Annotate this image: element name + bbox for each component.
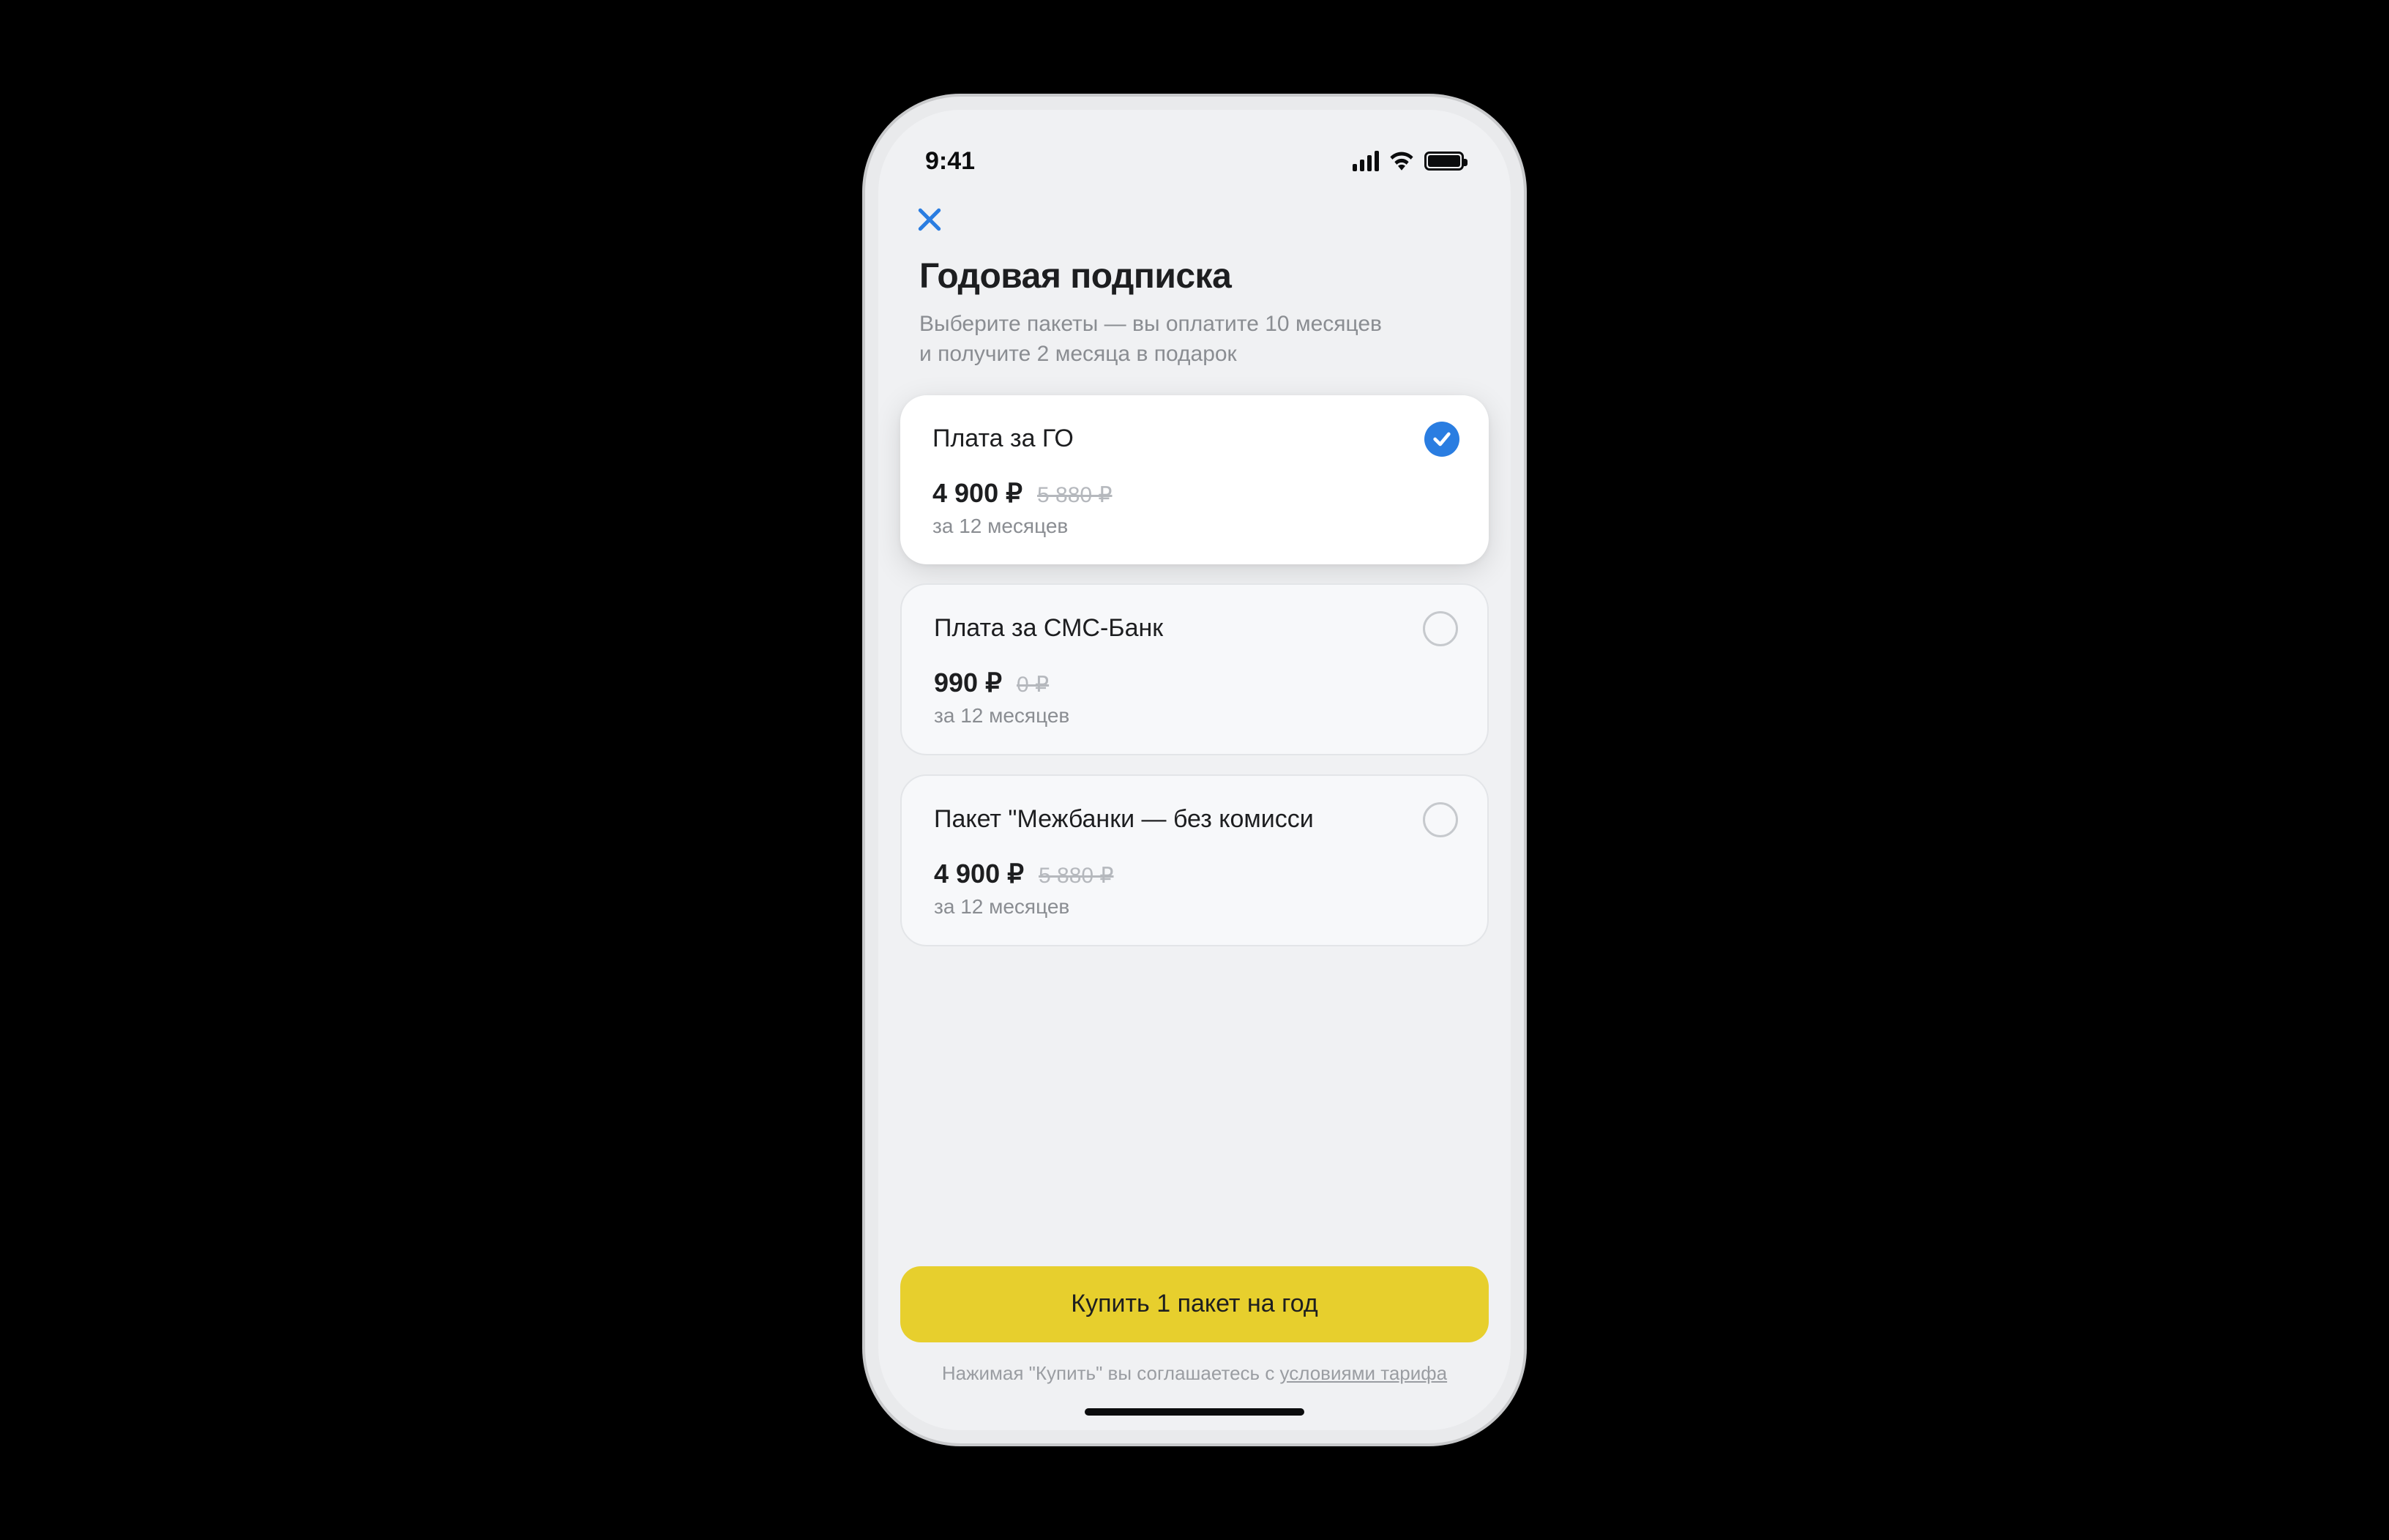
- close-button[interactable]: [908, 198, 952, 242]
- radio-empty-icon: [1423, 611, 1458, 646]
- package-old-price: 0 ₽: [1017, 672, 1049, 698]
- home-indicator[interactable]: [1085, 1408, 1304, 1416]
- buy-button[interactable]: Купить 1 пакет на год: [900, 1266, 1489, 1342]
- agreement-text: Нажимая "Купить" вы соглашаетесь с услов…: [900, 1360, 1489, 1386]
- radio-empty-icon: [1423, 802, 1458, 837]
- package-list: Плата за ГО 4 900 ₽ 5 880 ₽ за 12 месяце…: [878, 395, 1511, 1241]
- checkmark-icon: [1424, 422, 1459, 457]
- side-button: [865, 593, 868, 695]
- package-card[interactable]: Пакет "Межбанки — без комисси 4 900 ₽ 5 …: [900, 774, 1489, 946]
- cellular-icon: [1353, 151, 1379, 171]
- status-indicators: [1353, 151, 1464, 171]
- battery-icon: [1424, 152, 1464, 171]
- page-title: Годовая подписка: [919, 256, 1470, 296]
- side-button: [865, 468, 868, 571]
- price-row: 990 ₽ 0 ₽: [934, 668, 1455, 698]
- page-header: Годовая подписка Выберите пакеты — вы оп…: [878, 242, 1511, 395]
- side-button: [1521, 490, 1524, 651]
- close-icon: [916, 206, 943, 233]
- package-card[interactable]: Плата за СМС-Банк 990 ₽ 0 ₽ за 12 месяце…: [900, 583, 1489, 755]
- page-subtitle: Выберите пакеты — вы оплатите 10 месяцев…: [919, 310, 1388, 369]
- footer: Купить 1 пакет на год Нажимая "Купить" в…: [878, 1241, 1511, 1430]
- package-period: за 12 месяцев: [934, 895, 1455, 919]
- agreement-prefix: Нажимая "Купить" вы соглашаетесь с: [942, 1362, 1280, 1384]
- side-button: [865, 373, 868, 432]
- package-title: Плата за СМС-Банк: [934, 614, 1455, 643]
- status-bar: 9:41: [878, 110, 1511, 190]
- screen: 9:41 Годовая подписка Выберите пакеты — …: [878, 110, 1511, 1430]
- package-price: 4 900 ₽: [934, 859, 1024, 889]
- wifi-icon: [1389, 152, 1414, 171]
- package-title: Плата за ГО: [932, 425, 1457, 453]
- package-title: Пакет "Межбанки — без комисси: [934, 805, 1455, 834]
- navbar: [878, 190, 1511, 242]
- package-price: 4 900 ₽: [932, 478, 1022, 509]
- price-row: 4 900 ₽ 5 880 ₽: [934, 859, 1455, 889]
- status-time: 9:41: [925, 147, 975, 176]
- price-row: 4 900 ₽ 5 880 ₽: [932, 478, 1457, 509]
- package-old-price: 5 880 ₽: [1039, 863, 1114, 889]
- package-period: за 12 месяцев: [932, 515, 1457, 538]
- phone-frame: 9:41 Годовая подписка Выберите пакеты — …: [865, 97, 1524, 1443]
- terms-link[interactable]: условиями тарифа: [1280, 1362, 1448, 1384]
- package-old-price: 5 880 ₽: [1037, 482, 1113, 508]
- package-period: за 12 месяцев: [934, 704, 1455, 728]
- package-price: 990 ₽: [934, 668, 1002, 698]
- package-card[interactable]: Плата за ГО 4 900 ₽ 5 880 ₽ за 12 месяце…: [900, 395, 1489, 564]
